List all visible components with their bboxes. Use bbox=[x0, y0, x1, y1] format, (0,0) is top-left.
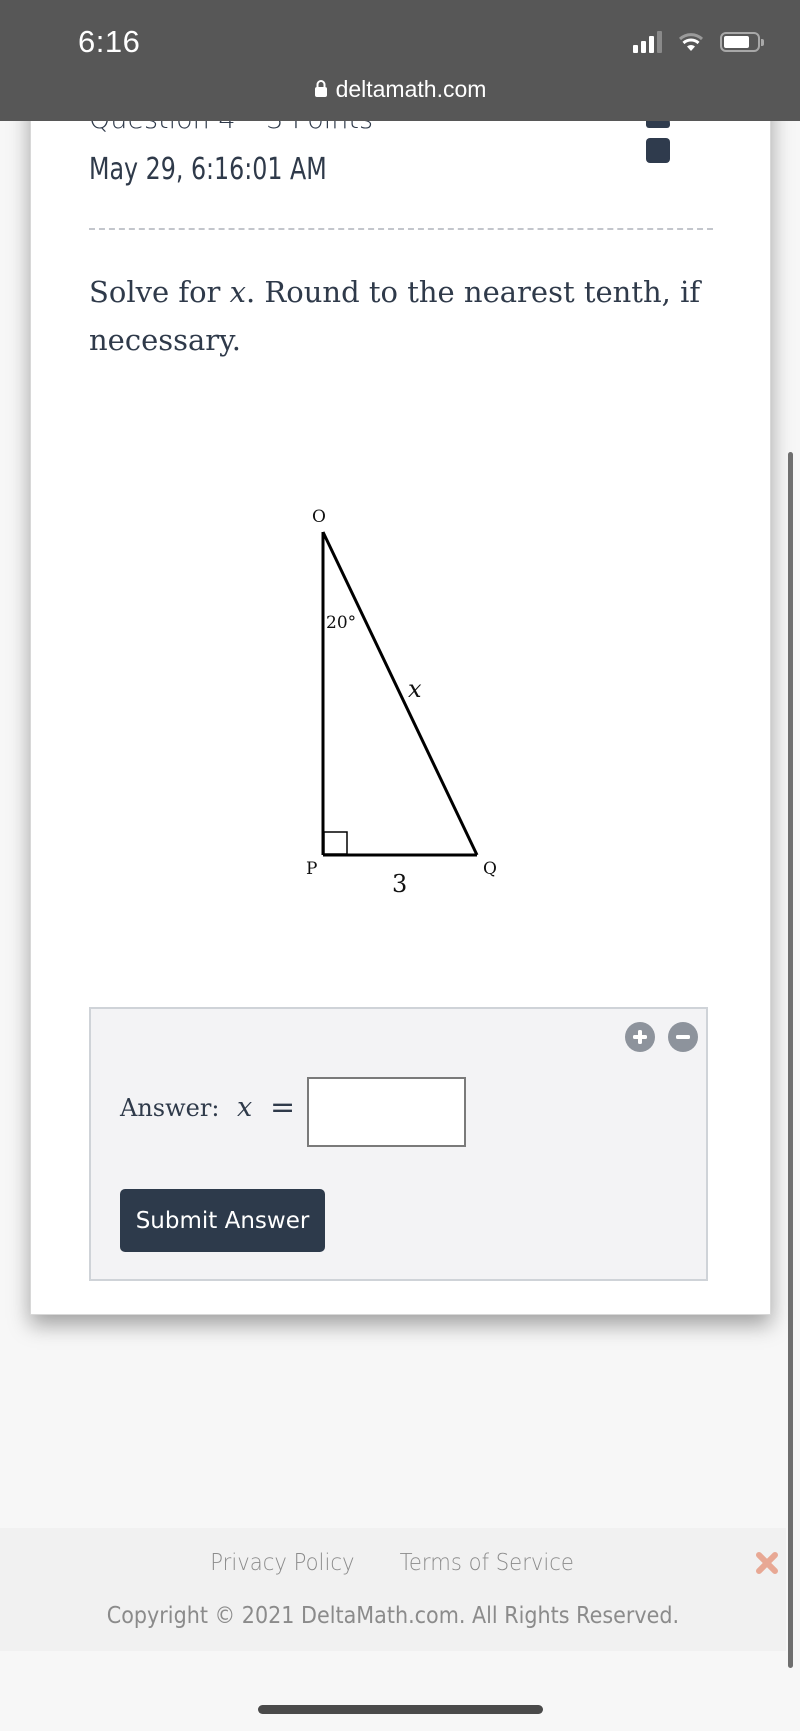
status-icons bbox=[633, 31, 764, 53]
copyright-text: Copyright © 2021 DeltaMath.com. All Righ… bbox=[0, 1603, 786, 1629]
home-indicator[interactable] bbox=[258, 1705, 543, 1714]
problem-text: Solve for x. Round to the nearest tenth,… bbox=[89, 268, 719, 364]
prompt-text-start: Solve for bbox=[89, 275, 230, 309]
answer-input[interactable] bbox=[307, 1077, 466, 1147]
answer-equals: = bbox=[270, 1090, 296, 1125]
prompt-variable: x bbox=[229, 275, 246, 309]
battery-icon bbox=[720, 32, 764, 52]
scrollbar[interactable] bbox=[788, 452, 793, 1668]
lock-icon bbox=[314, 80, 327, 97]
status-bar: 6:16 deltamath.com bbox=[0, 0, 800, 121]
url-bar[interactable]: deltamath.com bbox=[0, 76, 800, 103]
answer-label: Answer: bbox=[120, 1094, 220, 1122]
close-icon[interactable] bbox=[755, 1551, 779, 1575]
url-text: deltamath.com bbox=[335, 76, 487, 102]
clock-time: 6:16 bbox=[78, 24, 141, 59]
wifi-icon bbox=[678, 33, 704, 51]
minus-circle-icon[interactable] bbox=[668, 1022, 698, 1052]
question-date: May 29, 6:16:01 AM bbox=[89, 152, 327, 187]
privacy-policy-link[interactable]: Privacy Policy bbox=[210, 1550, 354, 1576]
terms-of-service-link[interactable]: Terms of Service bbox=[400, 1550, 574, 1576]
submit-answer-button[interactable]: Submit Answer bbox=[120, 1189, 325, 1252]
answer-variable: x bbox=[237, 1092, 253, 1123]
footer bbox=[0, 1528, 786, 1651]
copyright-label: Copyright © 2021 DeltaMath.com. All Righ… bbox=[106, 1603, 680, 1629]
dashed-divider bbox=[89, 228, 713, 230]
footer-links: Privacy Policy Terms of Service bbox=[0, 1550, 786, 1576]
plus-circle-icon[interactable] bbox=[625, 1022, 655, 1052]
signal-icon bbox=[633, 31, 662, 53]
